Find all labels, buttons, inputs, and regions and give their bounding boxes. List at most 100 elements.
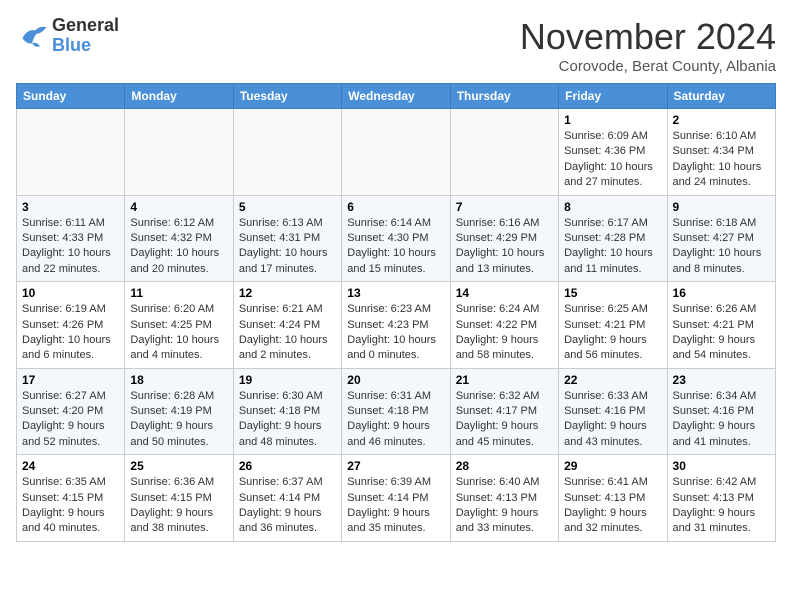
weekday-header-saturday: Saturday: [667, 84, 775, 109]
calendar-cell: 15 Sunrise: 6:25 AMSunset: 4:21 PMDayligh…: [559, 282, 667, 369]
day-info: Sunrise: 6:30 AMSunset: 4:18 PMDaylight:…: [239, 389, 336, 451]
day-number: 11: [130, 286, 227, 300]
day-info: Sunrise: 6:26 AMSunset: 4:21 PMDaylight:…: [673, 302, 770, 364]
calendar-table: SundayMondayTuesdayWednesdayThursdayFrid…: [16, 83, 776, 542]
day-info: Sunrise: 6:13 AMSunset: 4:31 PMDaylight:…: [239, 216, 336, 278]
day-number: 1: [564, 113, 661, 127]
calendar-cell: 11 Sunrise: 6:20 AMSunset: 4:25 PMDayligh…: [125, 282, 233, 369]
day-info: Sunrise: 6:32 AMSunset: 4:17 PMDaylight:…: [456, 389, 553, 451]
calendar-week-5: 24Sunrise: 6:35 AMSunset: 4:15 PMDayligh…: [17, 455, 776, 542]
month-title: November 2024: [520, 16, 776, 58]
day-number: 10: [22, 286, 119, 300]
day-info: Sunrise: 6:19 AMSunset: 4:26 PMDaylight:…: [22, 302, 119, 364]
day-info: Sunrise: 6:14 AMSunset: 4:30 PMDaylight:…: [347, 216, 444, 278]
logo-text: General Blue: [52, 16, 119, 56]
day-info: Sunrise: 6:34 AMSunset: 4:16 PMDaylight:…: [673, 389, 770, 451]
day-number: 16: [673, 286, 770, 300]
calendar-cell: 25 Sunrise: 6:36 AMSunset: 4:15 PMDayligh…: [125, 455, 233, 542]
day-info: Sunrise: 6:25 AMSunset: 4:21 PMDaylight:…: [564, 302, 661, 364]
calendar-cell: 13Sunrise: 6:23 AMSunset: 4:23 PMDayligh…: [342, 282, 450, 369]
day-number: 2: [673, 113, 770, 127]
calendar-cell: 3Sunrise: 6:11 AMSunset: 4:33 PMDaylight…: [17, 195, 125, 282]
weekday-header-friday: Friday: [559, 84, 667, 109]
calendar-cell: [342, 109, 450, 196]
day-info: Sunrise: 6:18 AMSunset: 4:27 PMDaylight:…: [673, 216, 770, 278]
calendar-cell: 7 Sunrise: 6:16 AMSunset: 4:29 PMDaylight…: [450, 195, 558, 282]
calendar-cell: 26 Sunrise: 6:37 AMSunset: 4:14 PMDayligh…: [233, 455, 341, 542]
day-info: Sunrise: 6:28 AMSunset: 4:19 PMDaylight:…: [130, 389, 227, 451]
weekday-header-monday: Monday: [125, 84, 233, 109]
day-number: 21: [456, 373, 553, 387]
title-block: November 2024 Corovode, Berat County, Al…: [520, 16, 776, 75]
calendar-cell: 22Sunrise: 6:33 AMSunset: 4:16 PMDayligh…: [559, 368, 667, 455]
day-info: Sunrise: 6:31 AMSunset: 4:18 PMDaylight:…: [347, 389, 444, 451]
day-number: 23: [673, 373, 770, 387]
logo-icon: [16, 22, 48, 50]
calendar-cell: [450, 109, 558, 196]
day-info: Sunrise: 6:36 AMSunset: 4:15 PMDaylight:…: [130, 475, 227, 537]
day-number: 5: [239, 200, 336, 214]
location-subtitle: Corovode, Berat County, Albania: [520, 58, 776, 75]
day-info: Sunrise: 6:09 AMSunset: 4:36 PMDaylight:…: [564, 129, 661, 191]
day-number: 20: [347, 373, 444, 387]
day-number: 24: [22, 459, 119, 473]
day-info: Sunrise: 6:41 AMSunset: 4:13 PMDaylight:…: [564, 475, 661, 537]
calendar-cell: 6Sunrise: 6:14 AMSunset: 4:30 PMDaylight…: [342, 195, 450, 282]
day-info: Sunrise: 6:12 AMSunset: 4:32 PMDaylight:…: [130, 216, 227, 278]
day-info: Sunrise: 6:37 AMSunset: 4:14 PMDaylight:…: [239, 475, 336, 537]
page-header: General Blue November 2024 Corovode, Ber…: [16, 16, 776, 75]
calendar-week-1: 1 Sunrise: 6:09 AMSunset: 4:36 PMDaylight…: [17, 109, 776, 196]
calendar-cell: [125, 109, 233, 196]
calendar-cell: 30Sunrise: 6:42 AMSunset: 4:13 PMDayligh…: [667, 455, 775, 542]
calendar-cell: 10 Sunrise: 6:19 AMSunset: 4:26 PMDayligh…: [17, 282, 125, 369]
calendar-cell: 21 Sunrise: 6:32 AMSunset: 4:17 PMDayligh…: [450, 368, 558, 455]
calendar-cell: 5 Sunrise: 6:13 AMSunset: 4:31 PMDaylight…: [233, 195, 341, 282]
day-number: 9: [673, 200, 770, 214]
calendar-cell: 19Sunrise: 6:30 AMSunset: 4:18 PMDayligh…: [233, 368, 341, 455]
day-number: 30: [673, 459, 770, 473]
calendar-week-3: 10 Sunrise: 6:19 AMSunset: 4:26 PMDayligh…: [17, 282, 776, 369]
calendar-week-4: 17Sunrise: 6:27 AMSunset: 4:20 PMDayligh…: [17, 368, 776, 455]
day-info: Sunrise: 6:33 AMSunset: 4:16 PMDaylight:…: [564, 389, 661, 451]
calendar-cell: 2 Sunrise: 6:10 AMSunset: 4:34 PMDaylight…: [667, 109, 775, 196]
weekday-header-wednesday: Wednesday: [342, 84, 450, 109]
day-info: Sunrise: 6:27 AMSunset: 4:20 PMDaylight:…: [22, 389, 119, 451]
calendar-cell: 1 Sunrise: 6:09 AMSunset: 4:36 PMDaylight…: [559, 109, 667, 196]
calendar-cell: [17, 109, 125, 196]
calendar-cell: 29 Sunrise: 6:41 AMSunset: 4:13 PMDayligh…: [559, 455, 667, 542]
day-number: 7: [456, 200, 553, 214]
calendar-cell: 28 Sunrise: 6:40 AMSunset: 4:13 PMDayligh…: [450, 455, 558, 542]
day-info: Sunrise: 6:10 AMSunset: 4:34 PMDaylight:…: [673, 129, 770, 191]
day-number: 8: [564, 200, 661, 214]
calendar-cell: 14Sunrise: 6:24 AMSunset: 4:22 PMDayligh…: [450, 282, 558, 369]
day-number: 15: [564, 286, 661, 300]
calendar-header-row: SundayMondayTuesdayWednesdayThursdayFrid…: [17, 84, 776, 109]
calendar-cell: 17Sunrise: 6:27 AMSunset: 4:20 PMDayligh…: [17, 368, 125, 455]
day-number: 18: [130, 373, 227, 387]
day-info: Sunrise: 6:39 AMSunset: 4:14 PMDaylight:…: [347, 475, 444, 537]
day-info: Sunrise: 6:20 AMSunset: 4:25 PMDaylight:…: [130, 302, 227, 364]
day-number: 12: [239, 286, 336, 300]
weekday-header-thursday: Thursday: [450, 84, 558, 109]
day-number: 28: [456, 459, 553, 473]
day-number: 26: [239, 459, 336, 473]
day-number: 29: [564, 459, 661, 473]
day-number: 25: [130, 459, 227, 473]
day-number: 4: [130, 200, 227, 214]
calendar-cell: 27 Sunrise: 6:39 AMSunset: 4:14 PMDayligh…: [342, 455, 450, 542]
calendar-cell: 4 Sunrise: 6:12 AMSunset: 4:32 PMDaylight…: [125, 195, 233, 282]
day-info: Sunrise: 6:40 AMSunset: 4:13 PMDaylight:…: [456, 475, 553, 537]
calendar-cell: 20 Sunrise: 6:31 AMSunset: 4:18 PMDayligh…: [342, 368, 450, 455]
calendar-cell: 12 Sunrise: 6:21 AMSunset: 4:24 PMDayligh…: [233, 282, 341, 369]
calendar-week-2: 3Sunrise: 6:11 AMSunset: 4:33 PMDaylight…: [17, 195, 776, 282]
calendar-cell: [233, 109, 341, 196]
day-info: Sunrise: 6:17 AMSunset: 4:28 PMDaylight:…: [564, 216, 661, 278]
day-number: 27: [347, 459, 444, 473]
day-info: Sunrise: 6:21 AMSunset: 4:24 PMDaylight:…: [239, 302, 336, 364]
weekday-header-tuesday: Tuesday: [233, 84, 341, 109]
calendar-cell: 16 Sunrise: 6:26 AMSunset: 4:21 PMDayligh…: [667, 282, 775, 369]
day-info: Sunrise: 6:16 AMSunset: 4:29 PMDaylight:…: [456, 216, 553, 278]
day-number: 14: [456, 286, 553, 300]
calendar-cell: 24Sunrise: 6:35 AMSunset: 4:15 PMDayligh…: [17, 455, 125, 542]
logo: General Blue: [16, 16, 119, 56]
